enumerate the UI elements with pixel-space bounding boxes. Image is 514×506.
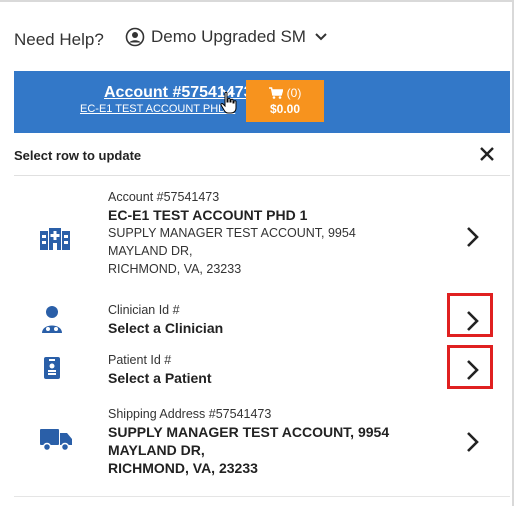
panel-title: Select row to update <box>14 148 142 163</box>
hospital-icon <box>40 228 70 250</box>
cart-button[interactable]: (0) $0.00 <box>246 80 324 122</box>
account-address-line1: SUPPLY MANAGER TEST ACCOUNT, 9954 <box>108 226 356 240</box>
shipping-address-line2: MAYLAND DR, <box>108 442 205 458</box>
hand-cursor-icon <box>220 91 237 114</box>
divider <box>14 496 510 497</box>
account-name: EC-E1 TEST ACCOUNT PHD 1 <box>108 207 308 223</box>
truck-icon <box>40 429 72 451</box>
user-circle-icon <box>125 27 145 47</box>
account-address-line3: RICHMOND, VA, 23233 <box>108 262 242 276</box>
cart-icon <box>268 87 283 99</box>
close-icon[interactable] <box>478 145 496 163</box>
row-account[interactable]: Account #57541473 EC-E1 TEST ACCOUNT PHD… <box>14 188 510 288</box>
row-clinician[interactable]: Clinician Id # Select a Clinician <box>14 301 510 341</box>
need-help-link[interactable]: Need Help? <box>14 30 104 50</box>
top-bar: Need Help? Demo Upgraded SM <box>0 0 510 70</box>
account-subtitle-link[interactable]: EC-E1 TEST ACCOUNT PHD 1 <box>80 103 235 115</box>
page: { "header": { "help_text": "Need Help?",… <box>0 0 514 506</box>
row-patient-text: Patient Id # Select a Patient <box>108 351 212 387</box>
cart-count: (0) <box>286 86 302 100</box>
cart-total: $0.00 <box>269 102 301 116</box>
shipping-label: Shipping Address #57541473 <box>108 407 272 421</box>
clinician-label: Clinician Id # <box>108 303 180 317</box>
highlight-box-clinician <box>447 293 493 337</box>
account-bar: Account #57541473 EC-E1 TEST ACCOUNT PHD… <box>14 71 510 133</box>
chevron-down-icon <box>315 33 327 41</box>
chevron-right-icon[interactable] <box>466 226 480 248</box>
patient-label: Patient Id # <box>108 353 172 367</box>
chevron-right-icon[interactable] <box>466 431 480 453</box>
row-patient[interactable]: Patient Id # Select a Patient <box>14 351 510 391</box>
account-label: Account #57541473 <box>108 190 220 204</box>
shipping-address-line3: RICHMOND, VA, 23233 <box>108 460 258 476</box>
row-clinician-text: Clinician Id # Select a Clinician <box>108 301 223 337</box>
highlight-box-patient <box>447 345 493 389</box>
panel-header: Select row to update <box>14 133 510 176</box>
clinician-value: Select a Clinician <box>108 320 224 336</box>
account-address-line2: MAYLAND DR, <box>108 244 193 258</box>
user-menu[interactable]: Demo Upgraded SM <box>125 27 327 47</box>
shipping-address-line1: SUPPLY MANAGER TEST ACCOUNT, 9954 <box>108 424 390 440</box>
clinician-icon <box>42 306 62 333</box>
row-shipping-address[interactable]: Shipping Address #57541473 SUPPLY MANAGE… <box>14 405 510 485</box>
row-shipping-text: Shipping Address #57541473 SUPPLY MANAGE… <box>108 405 389 477</box>
row-account-text: Account #57541473 EC-E1 TEST ACCOUNT PHD… <box>108 188 356 278</box>
patient-badge-icon <box>44 357 60 379</box>
patient-value: Select a Patient <box>108 370 212 386</box>
user-name: Demo Upgraded SM <box>151 27 306 46</box>
